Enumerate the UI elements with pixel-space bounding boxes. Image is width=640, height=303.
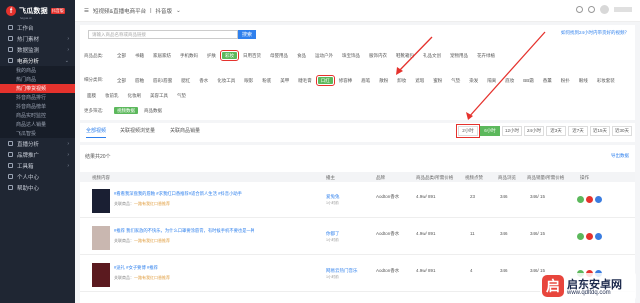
annotation-arrows — [396, 31, 546, 120]
watermark: 启 启东安卓网 www.qdltdq.com — [540, 273, 636, 299]
watermark-logo-icon: 启 — [542, 275, 564, 297]
arrow-line-2 — [397, 36, 433, 73]
arrow-line-1 — [467, 31, 546, 119]
watermark-url: www.qdltdq.com — [567, 290, 611, 296]
